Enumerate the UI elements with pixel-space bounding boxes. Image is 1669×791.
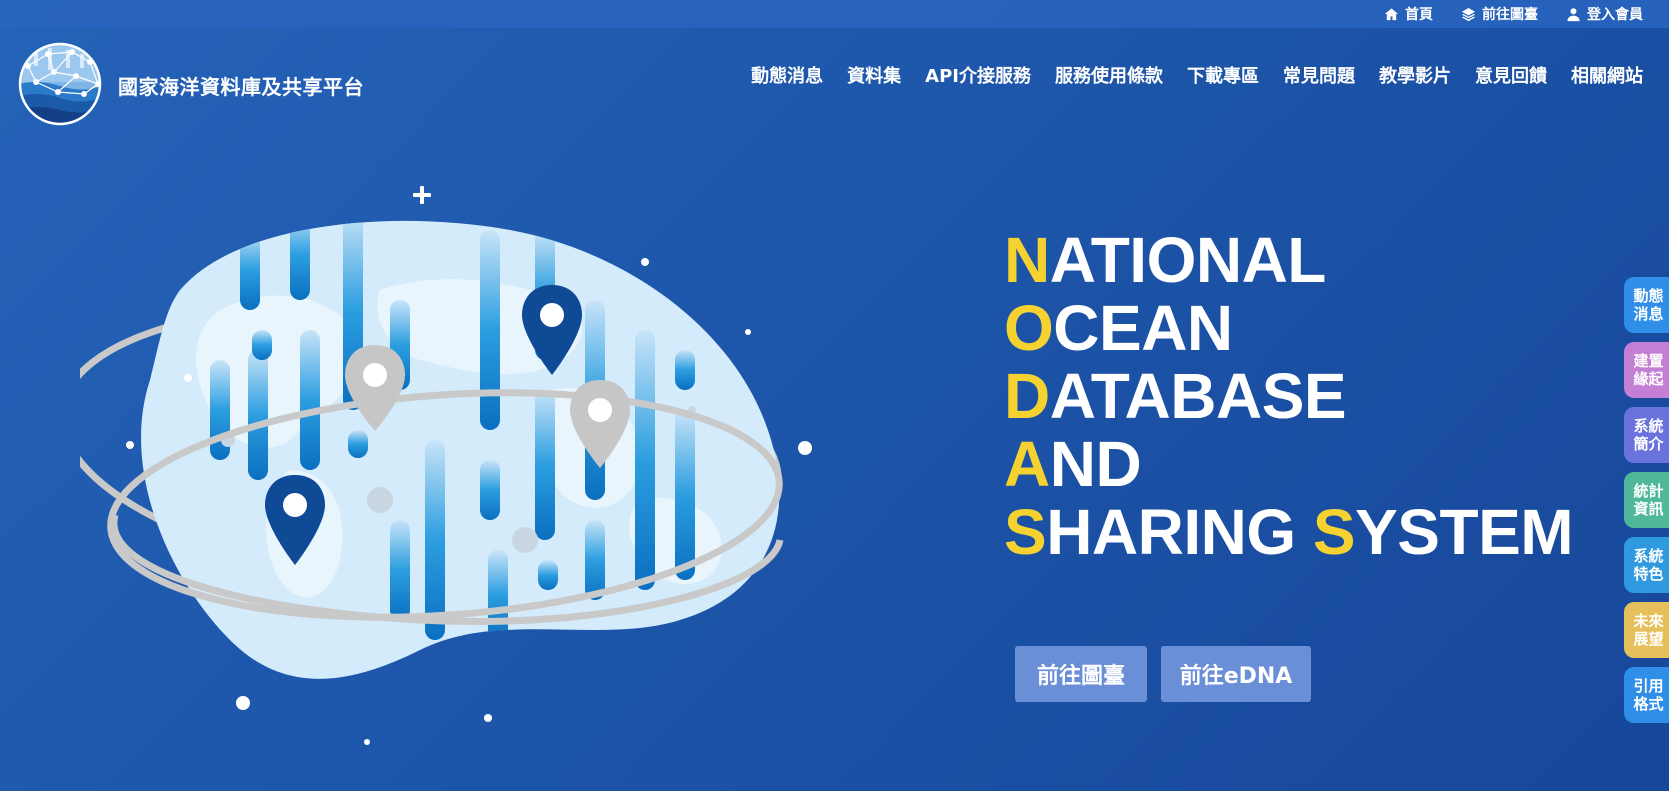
main-nav: 動態消息 資料集 API介接服務 服務使用條款 下載專區 常見問題 教學影片 意… bbox=[751, 62, 1643, 88]
login-link-label: 登入會員 bbox=[1587, 7, 1643, 23]
side-tab-origin[interactable]: 建置 緣起 bbox=[1624, 342, 1669, 398]
headline-initial: N bbox=[1004, 224, 1050, 296]
go-to-edna-button[interactable]: 前往eDNA bbox=[1161, 646, 1311, 702]
side-tab-label: 統計 資訊 bbox=[1633, 482, 1663, 518]
side-tab-label-line: 緣起 bbox=[1633, 370, 1664, 388]
map-link[interactable]: 前往圖臺 bbox=[1461, 4, 1538, 24]
headline-rest: CEAN bbox=[1053, 292, 1233, 364]
nav-downloads[interactable]: 下載專區 bbox=[1187, 62, 1259, 88]
nav-feedback[interactable]: 意見回饋 bbox=[1475, 62, 1547, 88]
headline-line-national: NATIONAL bbox=[1004, 226, 1573, 294]
headline-initial: A bbox=[1004, 428, 1050, 500]
headline-rest: ATABASE bbox=[1049, 360, 1347, 432]
headline-line-sharing-system: SHARING SYSTEM bbox=[1004, 496, 1574, 568]
home-icon bbox=[1384, 7, 1399, 20]
side-tab-news[interactable]: 動態 消息 bbox=[1624, 277, 1669, 333]
nav-tutorial-videos[interactable]: 教學影片 bbox=[1379, 62, 1451, 88]
nav-terms-of-service[interactable]: 服務使用條款 bbox=[1055, 62, 1163, 88]
headline-initial: O bbox=[1004, 292, 1054, 364]
headline-rest: HARING bbox=[1046, 496, 1313, 568]
side-tab-label: 引用 格式 bbox=[1633, 677, 1663, 713]
headline-initial: S bbox=[1312, 496, 1356, 568]
headline-line-ocean: OCEAN bbox=[1004, 294, 1573, 362]
side-tab-label-line: 消息 bbox=[1633, 305, 1664, 323]
side-tab-label-line: 系統 bbox=[1633, 547, 1664, 565]
headline-line-and: AND bbox=[1004, 430, 1573, 498]
nav-related-sites[interactable]: 相關網站 bbox=[1571, 62, 1643, 88]
side-quick-tabs: 動態 消息 建置 緣起 系統 簡介 統計 資訊 系統 特色 未來 展望 引用 格式 bbox=[1624, 277, 1669, 723]
side-tab-label: 系統 特色 bbox=[1633, 547, 1663, 583]
go-to-map-button[interactable]: 前往圖臺 bbox=[1015, 646, 1147, 702]
side-tab-label-line: 建置 bbox=[1633, 352, 1664, 370]
nav-datasets[interactable]: 資料集 bbox=[847, 62, 901, 88]
side-tab-features[interactable]: 系統 特色 bbox=[1624, 537, 1669, 593]
side-tab-label-line: 簡介 bbox=[1633, 435, 1664, 453]
side-tab-label-line: 展望 bbox=[1633, 630, 1664, 648]
headline-rest: ND bbox=[1049, 428, 1142, 500]
side-tab-intro[interactable]: 系統 簡介 bbox=[1624, 407, 1669, 463]
headline-initial: S bbox=[1004, 496, 1047, 568]
side-tab-statistics[interactable]: 統計 資訊 bbox=[1624, 472, 1669, 528]
map-link-label: 前往圖臺 bbox=[1482, 7, 1538, 23]
headline-rest: YSTEM bbox=[1355, 496, 1574, 568]
layers-icon bbox=[1461, 7, 1476, 21]
nav-api-service[interactable]: API介接服務 bbox=[925, 62, 1031, 88]
ocean-globe-illustration bbox=[80, 186, 812, 745]
home-link-label: 首頁 bbox=[1405, 7, 1433, 23]
side-tab-outlook[interactable]: 未來 展望 bbox=[1624, 602, 1669, 658]
hero-actions: 前往圖臺 前往eDNA bbox=[1015, 646, 1311, 702]
home-link[interactable]: 首頁 bbox=[1384, 4, 1433, 24]
side-tab-label-line: 統計 bbox=[1633, 482, 1664, 500]
user-icon bbox=[1567, 7, 1580, 21]
headline-initial: D bbox=[1004, 360, 1050, 432]
side-tab-label-line: 未來 bbox=[1633, 612, 1664, 630]
nav-news[interactable]: 動態消息 bbox=[751, 62, 823, 88]
side-tab-label-line: 特色 bbox=[1633, 565, 1664, 583]
globe-network-logo-icon bbox=[18, 42, 102, 126]
side-tab-label-line: 動態 bbox=[1633, 287, 1664, 305]
nav-faq[interactable]: 常見問題 bbox=[1283, 62, 1355, 88]
side-tab-label: 建置 緣起 bbox=[1633, 352, 1663, 388]
side-tab-label: 未來 展望 bbox=[1633, 612, 1663, 648]
side-tab-label: 系統 簡介 bbox=[1633, 417, 1663, 453]
side-tab-label-line: 格式 bbox=[1633, 695, 1664, 713]
side-tab-label-line: 資訊 bbox=[1633, 500, 1664, 518]
site-title: 國家海洋資料庫及共享平台 bbox=[118, 74, 364, 99]
top-utility-bar: 首頁 前往圖臺 登入會員 bbox=[0, 0, 1669, 28]
side-tab-label: 動態 消息 bbox=[1633, 287, 1663, 323]
side-tab-label-line: 系統 bbox=[1633, 417, 1664, 435]
side-tab-citation[interactable]: 引用 格式 bbox=[1624, 667, 1669, 723]
headline-line-database: DATABASE bbox=[1004, 362, 1573, 430]
side-tab-label-line: 引用 bbox=[1633, 677, 1664, 695]
login-link[interactable]: 登入會員 bbox=[1566, 4, 1643, 24]
site-logo[interactable]: 國家海洋資料庫及共享平台 bbox=[14, 42, 364, 128]
headline-rest: ATIONAL bbox=[1049, 224, 1327, 296]
hero-headline: NATIONAL OCEAN DATABASE AND SHARING SYST… bbox=[1004, 226, 1574, 568]
